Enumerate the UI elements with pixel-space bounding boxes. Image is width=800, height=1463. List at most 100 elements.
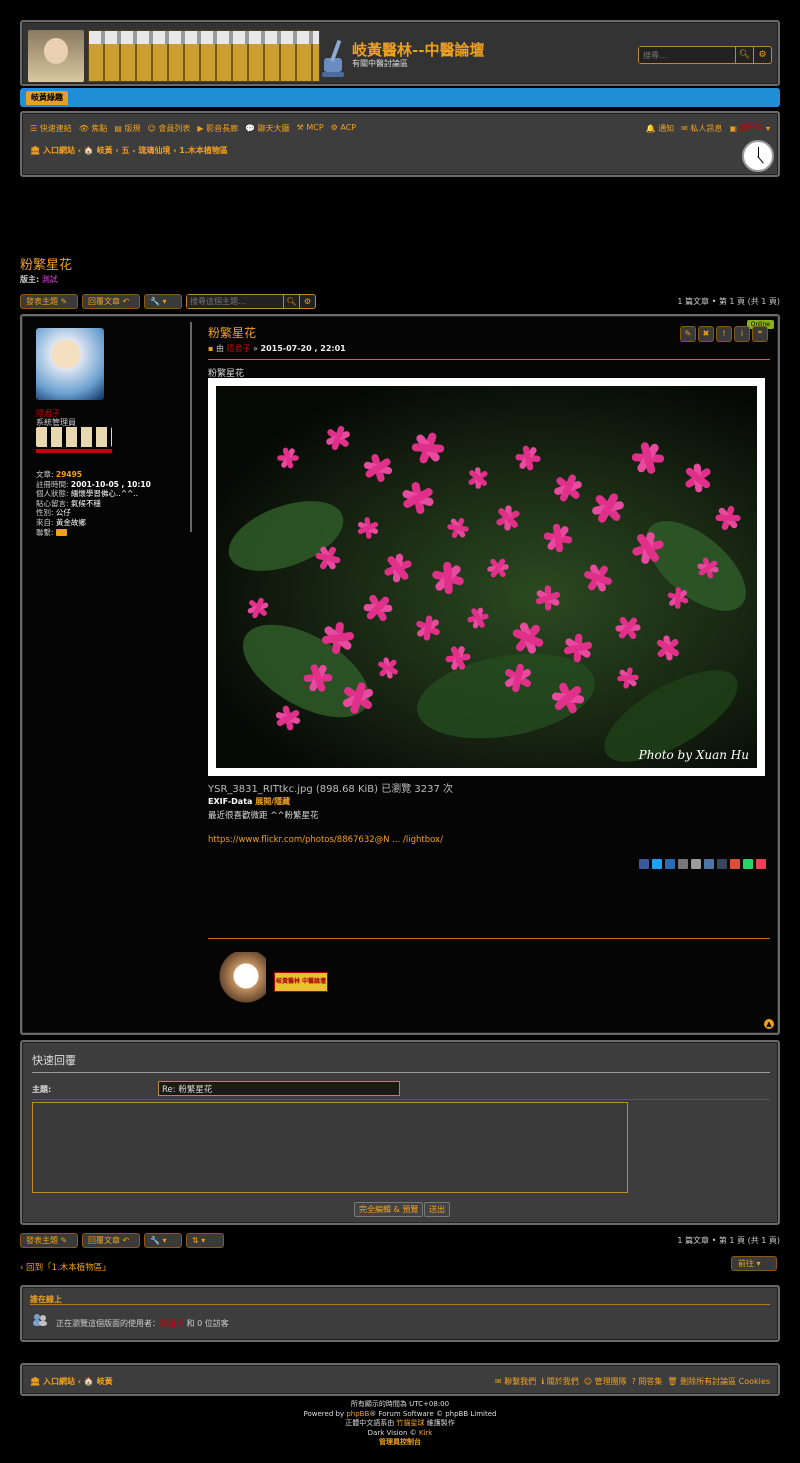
footer-team-link[interactable]: ☺ 管理團隊 [584,1376,627,1387]
nav-mcp[interactable]: ⚒ MCP [297,123,324,135]
breadcrumb-subforum[interactable]: 1.木本植物區 [179,146,228,155]
page: 岐黃醫林--中醫論壇 有關中醫討論區 🔍︎ ⚙ 岐黃綠趣 ☰ 快速連結 👁 焦點… [0,0,800,1463]
flower-blossom [463,463,493,493]
reply-button[interactable]: 回覆文章 ↶ [82,294,140,309]
topic-search-input[interactable] [187,295,283,308]
document-icon: ▤ [114,124,122,133]
post-author-link[interactable]: 隱君子 [227,344,251,353]
translation-link[interactable]: 竹貓星球 [397,1419,425,1427]
quick-reply: 快速回覆 主題: 完全編輯 & 預覽 送出 [20,1040,780,1225]
phpbb-link[interactable]: phpBB [346,1410,369,1418]
post-description: 最近很喜歡微距 ^^粉繁星花 [208,811,319,821]
full-editor-button[interactable]: 完全編輯 & 預覽 [354,1202,424,1217]
facebook-icon[interactable] [639,859,649,869]
tab-green[interactable]: 岐黃綠趣 [26,91,68,105]
nav-acp[interactable]: ⚙ ACP [331,123,356,135]
caret-down-icon: ▾ [201,1236,206,1245]
admin-panel-link[interactable]: 管理員控制台 [379,1438,421,1446]
wrench-icon: 🔧 [150,1236,160,1245]
footer-portal-link[interactable]: 入口網站 [43,1377,75,1386]
nav-notifications[interactable]: 🔔 通知 [646,123,675,135]
reply-button[interactable]: 回覆文章 ↶ [82,1233,140,1248]
site-title[interactable]: 岐黃醫林--中醫論壇 [352,39,484,60]
nav-panel: ☰ 快速連結 👁 焦點 ▤ 版規 ☺ 會員列表 ▶ 影音長廊 💬 聊天大廳 ⚒ … [20,111,780,177]
hamburger-icon: ☰ [30,124,38,133]
post-subject[interactable]: 粉繁星花 [208,324,256,341]
googleplus-icon[interactable] [730,859,740,869]
avatar[interactable] [36,328,104,400]
nav-video[interactable]: ▶ 影音長廊 [197,123,238,135]
nav-members[interactable]: ☺ 會員列表 [148,123,191,135]
info-icon[interactable]: i [734,326,750,342]
edit-icon[interactable]: ✎ [680,326,696,342]
info-icon: ℹ [541,1377,545,1386]
post-file-icon[interactable]: ▪ [208,344,213,353]
nav-pm[interactable]: ✉ 私人訊息 [681,123,722,135]
translation-credit: 正體中文語系由 竹貓星球 維護製作 [345,1419,455,1427]
report-icon[interactable]: ! [716,326,732,342]
vk-icon[interactable] [704,859,714,869]
online-user-link[interactable]: 隱君子 [160,1319,184,1328]
whatsapp-icon[interactable] [743,859,753,869]
topic-tools-button[interactable]: 🔧 ▾ [144,294,182,309]
topic-tools-button[interactable]: 🔧 ▾ [144,1233,182,1248]
tumblr-icon[interactable] [717,859,727,869]
post-meta: ▪ 由 隱君子 » 2015-07-20 , 22:01 [208,344,346,353]
subject-input[interactable] [158,1081,400,1096]
footer-contact-link[interactable]: ✉ 聯繫我們 [495,1376,536,1387]
post-image[interactable]: Photo by Xuan Hu [208,378,765,776]
gear-icon[interactable]: ⚙ [299,295,315,308]
back-to-top-icon[interactable]: ▲ [764,1019,774,1029]
footer-faq-link[interactable]: ? 問答集 [632,1376,663,1387]
flickr-link[interactable]: https://www.flickr.com/photos/8867632@N … [208,835,443,845]
clock-widget [742,140,774,172]
search-icon[interactable]: 🔍︎ [283,295,299,308]
share-icon[interactable] [665,859,675,869]
new-topic-button[interactable]: 發表主題 ✎ [20,1233,78,1248]
message-textarea[interactable] [32,1102,628,1193]
nav-user-menu[interactable]: ▣ 隱君子 ▾ [729,123,770,135]
topic-title[interactable]: 粉繁星花 [20,254,72,273]
sort-button[interactable]: ⇅ ▾ [186,1233,224,1248]
logo-medicine-cabinet-image[interactable] [88,30,320,82]
flower-blossom [359,589,398,628]
pencil-icon: ✎ [60,297,68,306]
quote-icon[interactable]: ❝ [752,326,768,342]
search-icon[interactable]: 🔍︎ [735,47,753,63]
breadcrumb-portal[interactable]: 入口網站 [43,146,75,155]
rank-image [36,427,112,453]
signature-badge[interactable]: 岐黃醫林 中醫論壇 [274,972,328,992]
digg-icon[interactable] [678,859,688,869]
nav-chat[interactable]: 💬 聊天大廳 [245,123,290,135]
eye-icon: 👁 [78,124,89,133]
pagination: 1 篇文章 • 第 1 頁 (共 1 頁) [677,1236,780,1245]
moderator-link[interactable]: 測試 [42,275,58,284]
breadcrumb-forum[interactable]: 五 - 琉璃仙境 [122,146,171,155]
post-tools: ✎ ✖ ! i ❝ [680,326,768,342]
gear-icon[interactable]: ⚙ [753,47,771,63]
bell-icon: 🔔 [645,124,656,133]
sort-icon: ⇅ [192,1236,199,1245]
back-to-forum-link[interactable]: ‹ 回到「1.木本植物區」 [20,1261,111,1273]
style-author-link[interactable]: Kirk [419,1429,432,1437]
footer-home-link[interactable]: 岐黃 [97,1377,113,1386]
footer-cookies-link[interactable]: 🗑 刪除所有討論區 Cookies [667,1376,770,1387]
submit-button[interactable]: 送出 [424,1202,450,1217]
footer-about-link[interactable]: ℹ 關於我們 [541,1376,579,1387]
logo-elder-image[interactable] [28,30,84,82]
pocket-icon[interactable] [756,859,766,869]
header-search-input[interactable] [639,47,735,63]
envelope-icon: ✉ [681,124,688,133]
delete-icon[interactable]: ✖ [698,326,714,342]
jump-to-button[interactable]: 前往 ▾ [731,1256,777,1271]
twitter-icon[interactable] [652,859,662,869]
wrench-icon: 🔧 [150,297,160,306]
delicious-icon[interactable] [691,859,701,869]
breadcrumb-home[interactable]: 岐黃 [97,146,113,155]
exif-toggle[interactable]: 展開/隱藏 [255,797,290,806]
quick-links-menu[interactable]: ☰ 快速連結 [30,123,72,135]
new-topic-button[interactable]: 發表主題 ✎ [20,294,78,309]
nav-rules[interactable]: ▤ 版規 [114,123,140,135]
nav-hot[interactable]: 👁 焦點 [79,123,108,135]
contact-icon[interactable] [55,529,67,537]
